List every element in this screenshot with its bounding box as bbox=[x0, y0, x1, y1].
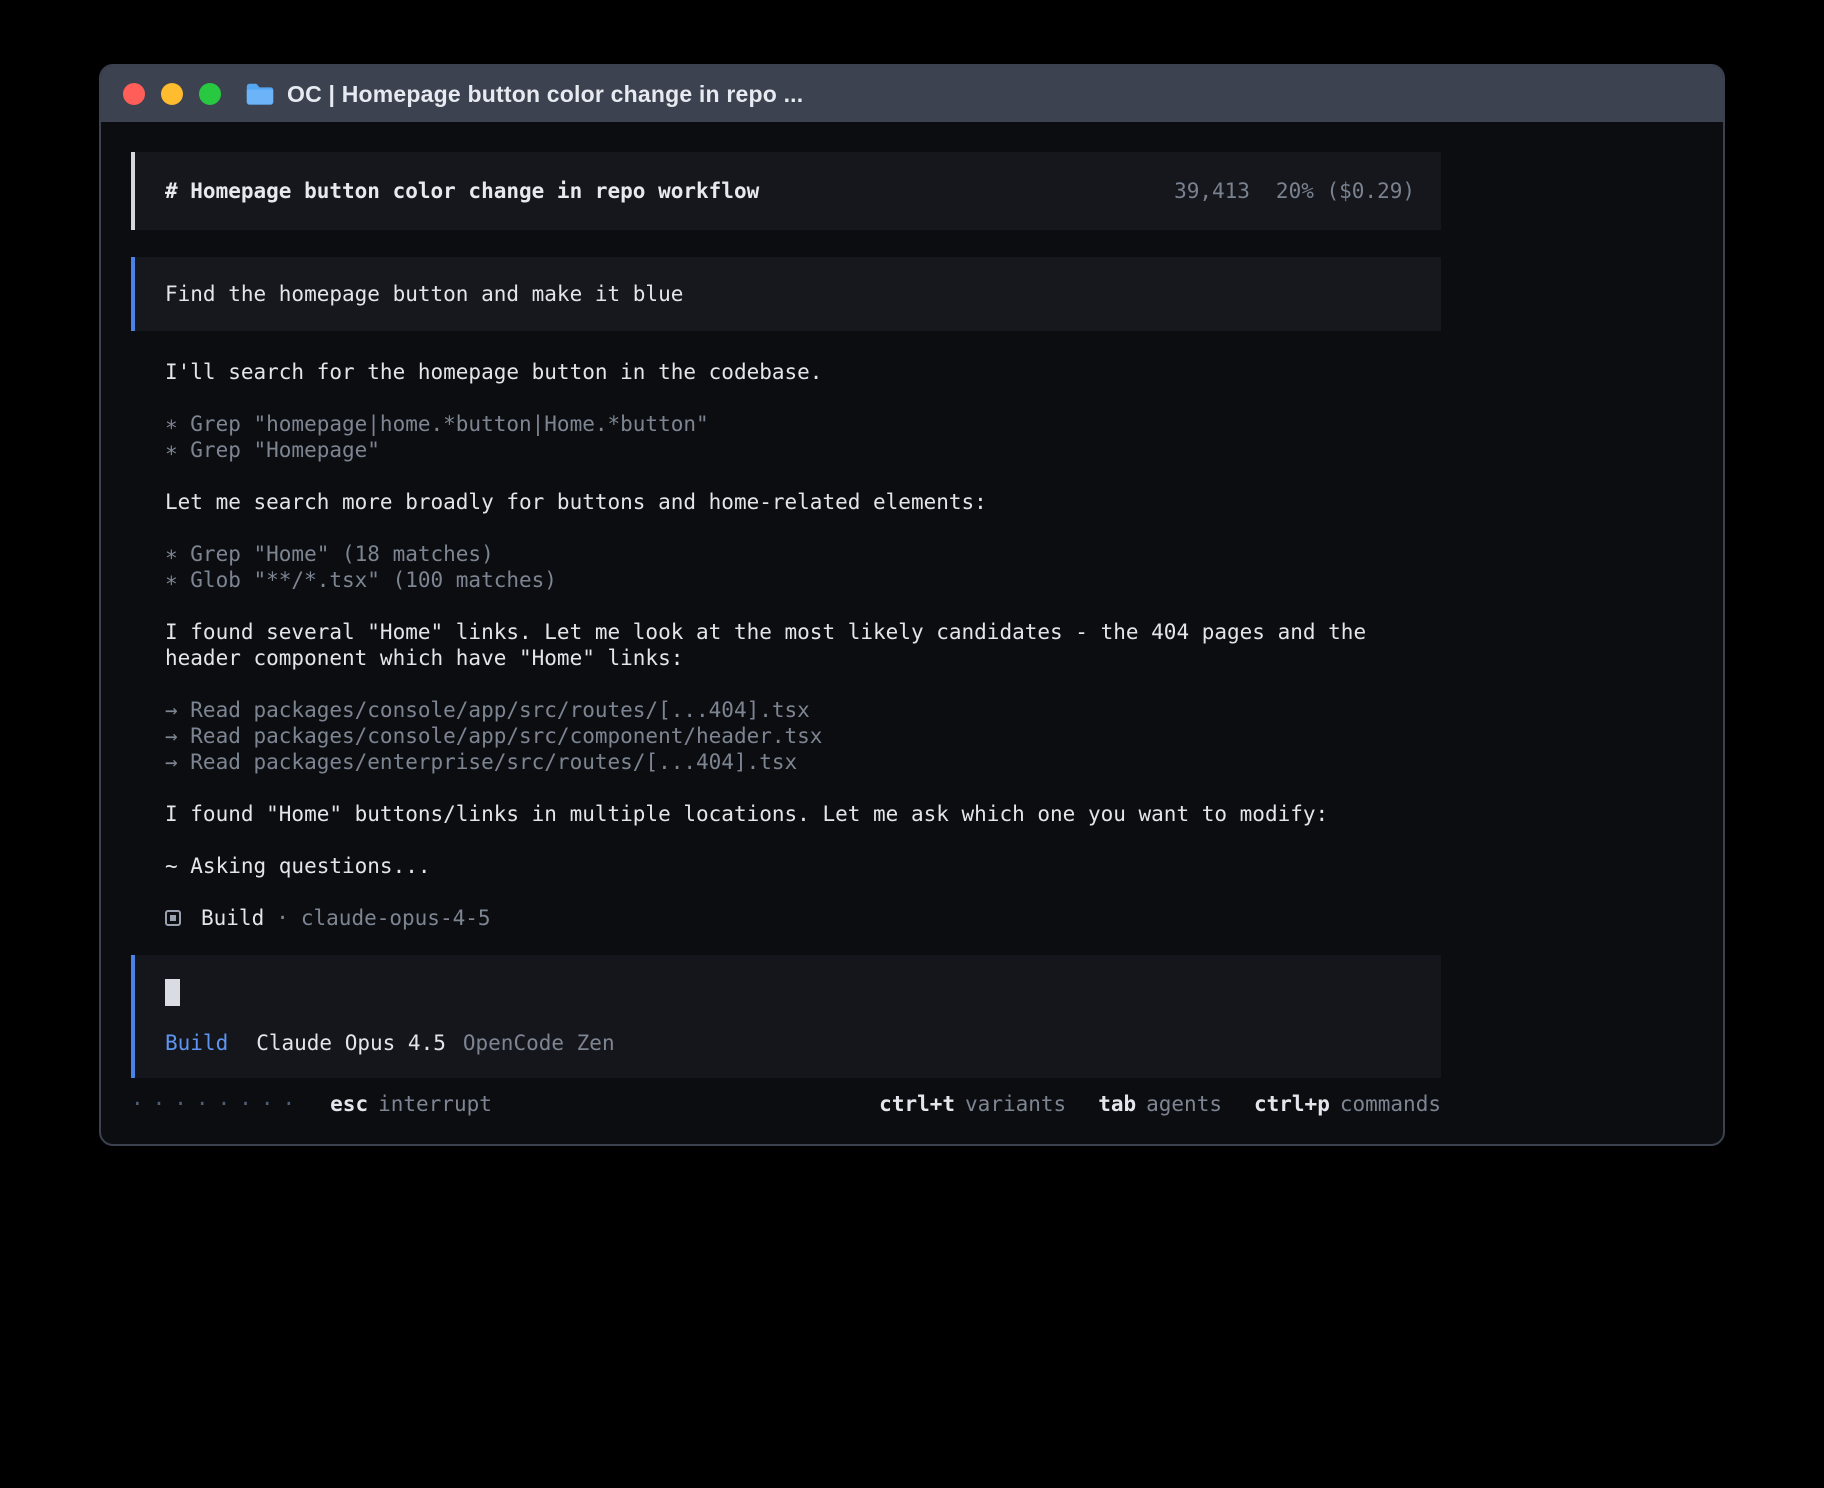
transcript-line: ∗ Grep "homepage|home.*button|Home.*butt… bbox=[165, 411, 1405, 437]
traffic-lights bbox=[123, 83, 221, 105]
transcript-line: Let me search more broadly for buttons a… bbox=[165, 489, 1405, 515]
transcript-line: → Read packages/enterprise/src/routes/[.… bbox=[165, 749, 1405, 775]
zoom-button[interactable] bbox=[199, 83, 221, 105]
shortcut-agents: tab agents bbox=[1098, 1091, 1222, 1117]
session-usage: 39,413 20% ($0.29) bbox=[1174, 178, 1415, 204]
composer-meta: Build Claude Opus 4.5 OpenCode Zen bbox=[165, 1030, 1441, 1056]
terminal-window: OC | Homepage button color change in rep… bbox=[99, 64, 1725, 1146]
text-cursor bbox=[165, 979, 180, 1006]
terminal-content: # Homepage button color change in repo w… bbox=[101, 122, 1723, 1117]
agent-status-line: Build · claude-opus-4-5 bbox=[131, 905, 1723, 931]
composer-model: Claude Opus 4.5 bbox=[256, 1030, 446, 1056]
transcript-line: I found several "Home" links. Let me loo… bbox=[165, 619, 1405, 671]
session-header: # Homepage button color change in repo w… bbox=[131, 152, 1441, 230]
agent-icon bbox=[165, 910, 181, 926]
agent-name: Build bbox=[201, 905, 264, 931]
transcript-line: ∗ Grep "Home" (18 matches) bbox=[165, 541, 1405, 567]
transcript-line: → Read packages/console/app/src/routes/[… bbox=[165, 697, 1405, 723]
agent-separator: · bbox=[276, 905, 289, 931]
window-titlebar[interactable]: OC | Homepage button color change in rep… bbox=[101, 66, 1723, 122]
spinner-dots: ········ bbox=[131, 1091, 304, 1117]
agents-label: agents bbox=[1146, 1092, 1222, 1116]
esc-label: interrupt bbox=[378, 1092, 492, 1116]
window-title: OC | Homepage button color change in rep… bbox=[287, 81, 803, 108]
context-cost: 20% ($0.29) bbox=[1276, 178, 1415, 204]
transcript-line: → Read packages/console/app/src/componen… bbox=[165, 723, 1405, 749]
commands-label: commands bbox=[1340, 1092, 1441, 1116]
status-bar: ········ esc interrupt ctrl+t variants tab… bbox=[131, 1091, 1441, 1117]
assistant-transcript: I'll search for the homepage button in t… bbox=[131, 359, 1441, 879]
variants-label: variants bbox=[965, 1092, 1066, 1116]
variants-key: ctrl+t bbox=[879, 1092, 955, 1116]
agents-key: tab bbox=[1098, 1092, 1136, 1116]
token-count: 39,413 bbox=[1174, 178, 1250, 204]
composer-mode[interactable]: Build bbox=[165, 1030, 228, 1056]
close-button[interactable] bbox=[123, 83, 145, 105]
minimize-button[interactable] bbox=[161, 83, 183, 105]
transcript-line: ∗ Glob "**/*.tsx" (100 matches) bbox=[165, 567, 1405, 593]
user-message-text: Find the homepage button and make it blu… bbox=[165, 281, 683, 307]
session-title: # Homepage button color change in repo w… bbox=[165, 178, 759, 204]
transcript-line: I found "Home" buttons/links in multiple… bbox=[165, 801, 1405, 827]
shortcut-commands: ctrl+p commands bbox=[1254, 1091, 1441, 1117]
transcript-line: ~ Asking questions... bbox=[165, 853, 1405, 879]
composer-provider: OpenCode Zen bbox=[463, 1030, 615, 1056]
shortcut-variants: ctrl+t variants bbox=[879, 1091, 1066, 1117]
transcript-line: ∗ Grep "Homepage" bbox=[165, 437, 1405, 463]
transcript-line: I'll search for the homepage button in t… bbox=[165, 359, 1405, 385]
commands-key: ctrl+p bbox=[1254, 1092, 1330, 1116]
agent-model: claude-opus-4-5 bbox=[301, 905, 491, 931]
esc-key: esc bbox=[330, 1092, 368, 1116]
user-message: Find the homepage button and make it blu… bbox=[131, 257, 1441, 331]
folder-icon bbox=[245, 82, 275, 106]
shortcut-interrupt: esc interrupt bbox=[330, 1091, 492, 1117]
prompt-input[interactable]: Build Claude Opus 4.5 OpenCode Zen bbox=[131, 955, 1441, 1078]
